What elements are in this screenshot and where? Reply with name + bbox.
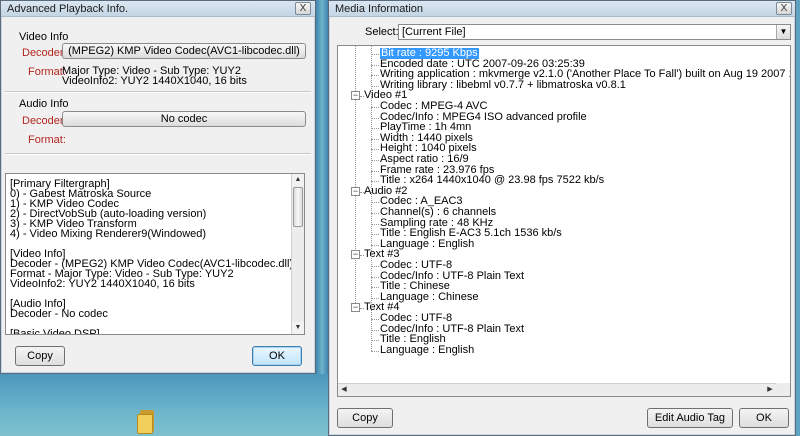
tree-guide-line [355, 46, 356, 308]
log-line: [Basic Video DSP] [10, 328, 100, 335]
audio-info-heading: Audio Info [19, 98, 69, 110]
tree-collapse-icon[interactable]: − [351, 186, 360, 196]
tree-branch-line [371, 107, 379, 108]
tree-branch-line [371, 54, 379, 55]
audio-decoder-button[interactable]: No codec [62, 111, 306, 127]
log-scroll-thumb[interactable] [293, 187, 303, 227]
tree-branch-line [371, 223, 379, 225]
tree-branch-line [371, 202, 379, 204]
left-copy-button[interactable]: Copy [15, 346, 65, 366]
tree-branch-line [371, 319, 379, 320]
video-format-line-2: VideoInfo2: YUY2 1440X1040, 16 bits [62, 75, 247, 87]
left-ok-button[interactable]: OK [252, 346, 302, 366]
tree-branch-line [371, 149, 379, 151]
media-information-window: Media Information X Select: [Current Fil… [328, 0, 796, 436]
left-titlebar[interactable]: Advanced Playback Info. X [1, 1, 315, 17]
desktop-background-lower [0, 374, 330, 436]
tree-branch-line [371, 244, 379, 246]
audio-info-separator [5, 153, 311, 155]
scroll-down-icon[interactable]: ▼ [292, 322, 304, 334]
tree-branch-line [371, 213, 379, 214]
file-select-value: [Current File] [402, 26, 466, 38]
log-line: VideoInfo2: YUY2 1440X1040, 16 bits [10, 278, 195, 290]
left-window-title: Advanced Playback Info. [7, 3, 129, 15]
video-info-heading: Video Info [19, 31, 69, 43]
video-decoder-button[interactable]: (MPEG2) KMP Video Codec(AVC1-libcodec.dl… [62, 43, 306, 59]
tree-branch-line [371, 160, 379, 161]
right-close-button[interactable]: X [776, 2, 792, 15]
scroll-left-icon[interactable]: ◀ [338, 384, 350, 396]
advanced-playback-info-window: Advanced Playback Info. X Video Info Dec… [0, 0, 316, 374]
tree-branch-line [371, 297, 379, 299]
tree-collapse-icon[interactable]: − [351, 303, 360, 313]
tree-collapse-icon[interactable]: − [351, 250, 360, 260]
video-info-separator [5, 91, 311, 93]
tree-branch-line [371, 170, 379, 172]
tree-branch-line [371, 117, 379, 119]
tree-branch-line [371, 329, 379, 331]
tree-branch-line [371, 287, 379, 289]
select-label: Select: [365, 26, 399, 38]
tree-item[interactable]: Title : x264 1440x1040 @ 23.98 fps 7522 … [380, 175, 604, 186]
tree-branch-line [371, 85, 379, 87]
tree-branch-line [371, 128, 379, 130]
tree-item[interactable]: Language : English [380, 344, 474, 356]
log-scrollbar[interactable]: ▲ ▼ [291, 174, 304, 334]
log-line: Decoder - No codec [10, 308, 108, 320]
tree-branch-line [371, 64, 379, 66]
tree-collapse-icon[interactable]: − [351, 91, 360, 101]
tree-guide-line [371, 46, 372, 351]
tree-horizontal-scrollbar[interactable]: ◀ ▶ [338, 383, 776, 396]
tree-branch-line [371, 234, 379, 236]
file-select-dropdown[interactable]: [Current File] ▼ [398, 24, 791, 40]
tree-branch-line [371, 138, 379, 140]
video-format-label: Format: [28, 66, 66, 78]
audio-decoder-label: Decoder: [22, 115, 67, 127]
tree-branch-line [371, 276, 379, 278]
tree-branch-line [371, 350, 379, 352]
tree-branch-line [371, 266, 379, 267]
right-ok-button[interactable]: OK [739, 408, 789, 428]
folder-icon[interactable] [137, 408, 157, 434]
scrollbar-corner [776, 383, 790, 396]
scroll-up-icon[interactable]: ▲ [292, 174, 304, 186]
right-window-title: Media Information [335, 3, 424, 15]
audio-format-label: Format: [28, 134, 66, 146]
video-decoder-label: Decoder: [22, 47, 67, 59]
right-titlebar[interactable]: Media Information X [329, 1, 795, 17]
tree-branch-line [371, 75, 379, 77]
folder-icon-front [137, 414, 153, 434]
desktop-background-edge [796, 0, 800, 436]
right-copy-button[interactable]: Copy [337, 408, 393, 428]
tree-branch-line [371, 340, 379, 342]
scroll-right-icon[interactable]: ▶ [764, 384, 776, 396]
desktop-background-strip [316, 0, 328, 436]
filtergraph-log[interactable]: [Primary Filtergraph] 0) - Gabest Matrosk… [5, 173, 305, 335]
chevron-down-icon[interactable]: ▼ [776, 25, 790, 39]
media-info-tree[interactable]: Bit rate : 9295 Kbps Encoded date : UTC 2… [337, 45, 791, 397]
edit-audio-tag-button[interactable]: Edit Audio Tag [647, 408, 733, 428]
tree-item[interactable]: Writing library : libebml v0.7.7 + libma… [380, 79, 626, 91]
tree-branch-line [371, 181, 379, 183]
log-line: 4) - Video Mixing Renderer9(Windowed) [10, 228, 207, 240]
left-close-button[interactable]: X [295, 2, 311, 15]
